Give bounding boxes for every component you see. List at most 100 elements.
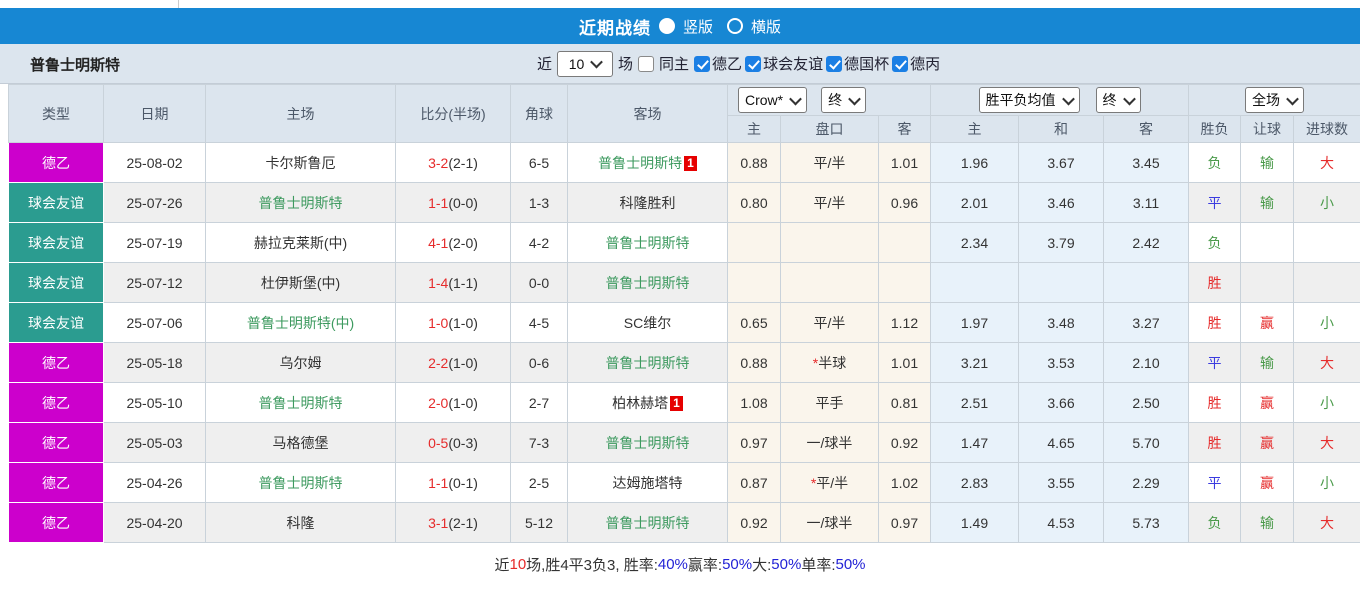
full-time-score: 4-1 bbox=[428, 234, 449, 251]
odds-final-select[interactable]: 终 bbox=[821, 87, 867, 113]
corners: 0-0 bbox=[510, 262, 568, 303]
handicap-result: 赢 bbox=[1240, 422, 1295, 463]
home-team-link[interactable]: 普鲁士明斯特 bbox=[259, 395, 343, 411]
match-date: 25-04-26 bbox=[103, 462, 206, 503]
match-date: 25-08-02 bbox=[103, 142, 206, 183]
odds-home: 1.08 bbox=[727, 382, 781, 423]
odds-home: 0.65 bbox=[727, 302, 781, 343]
chevron-down-icon bbox=[848, 92, 861, 105]
scope-select[interactable]: 全场 bbox=[1245, 87, 1305, 113]
col-header-handicap-result: 让球 bbox=[1240, 115, 1295, 143]
table-row: 球会友谊 25-07-06 普鲁士明斯特(中) 1-0(1-0) 4-5 SC维… bbox=[8, 302, 1360, 343]
summary-line: 近 10 场,胜4平3负3, 胜率: 40% 赢率: 50% 大: 50% 单率: 50% bbox=[0, 543, 1360, 585]
avg-away: 3.11 bbox=[1102, 182, 1190, 223]
page-title: 近期战绩 bbox=[578, 18, 651, 38]
odds-provider-select[interactable]: Crow* bbox=[738, 87, 808, 113]
away-team-link[interactable]: 达姆施塔特 bbox=[613, 475, 683, 491]
corners: 2-7 bbox=[510, 382, 568, 423]
odds-away: 0.97 bbox=[878, 502, 931, 543]
away-team-link[interactable]: 普鲁士明斯特 bbox=[606, 435, 690, 451]
home-team-link[interactable]: 普鲁士明斯特 bbox=[259, 195, 343, 211]
summary-segment: 50% bbox=[835, 555, 866, 573]
table-row: 德乙 25-05-18 乌尔姆 2-2(1-0) 0-6 普鲁士明斯特 0.88… bbox=[8, 342, 1360, 383]
league-type-badge: 球会友谊 bbox=[8, 182, 104, 223]
home-team-link[interactable]: 乌尔姆 bbox=[280, 355, 322, 371]
odds-home: 0.80 bbox=[727, 182, 781, 223]
full-time-score: 1-1 bbox=[428, 474, 449, 491]
result: 平 bbox=[1188, 462, 1242, 503]
filters: 近 10 场 同主 德乙 球会友谊 德国杯 德丙 bbox=[537, 44, 941, 83]
away-team-link[interactable]: 普鲁士明斯特 bbox=[606, 275, 690, 291]
match-count-select[interactable]: 10 bbox=[557, 50, 614, 77]
full-time-score: 2-0 bbox=[428, 394, 449, 411]
near-label: 近 bbox=[537, 56, 553, 73]
full-time-score: 1-4 bbox=[428, 274, 449, 291]
away-team-link[interactable]: 普鲁士明斯特 bbox=[606, 515, 690, 531]
home-team-link[interactable]: 杜伊斯堡(中) bbox=[261, 275, 340, 291]
same-home-checkbox[interactable] bbox=[638, 55, 655, 72]
odds-away: 1.01 bbox=[878, 342, 931, 383]
home-team-link[interactable]: 马格德堡 bbox=[273, 435, 329, 451]
table-row: 德乙 25-05-10 普鲁士明斯特 2-0(1-0) 2-7 柏林赫塔 1 1.… bbox=[8, 382, 1360, 423]
table-row: 球会友谊 25-07-26 普鲁士明斯特 1-1(0-0) 1-3 科隆胜利 0… bbox=[8, 182, 1360, 223]
summary-segment: 场,胜4平3负3, 胜率: bbox=[526, 556, 658, 574]
league-type-badge: 德乙 bbox=[8, 342, 104, 383]
league-label: 德国杯 bbox=[844, 56, 890, 73]
horizontal-layout-label: 横版 bbox=[751, 18, 782, 36]
title-bar: 近期战绩 竖版 横版 bbox=[0, 8, 1360, 44]
away-team-link[interactable]: 普鲁士明斯特 bbox=[606, 355, 690, 371]
avg-away: 2.42 bbox=[1102, 222, 1190, 263]
avg-home: 2.83 bbox=[930, 462, 1019, 503]
home-team-link[interactable]: 赫拉克莱斯(中) bbox=[254, 235, 347, 251]
match-date: 25-05-10 bbox=[103, 382, 206, 423]
away-team-link[interactable]: 普鲁士明斯特 bbox=[598, 155, 682, 171]
avg-draw: 3.79 bbox=[1018, 222, 1104, 263]
away-team-link[interactable]: 科隆胜利 bbox=[620, 195, 676, 211]
same-home-label: 同主 bbox=[659, 56, 690, 73]
league-checkbox[interactable] bbox=[694, 55, 711, 72]
avg-home: 3.21 bbox=[930, 342, 1019, 383]
handicap-result bbox=[1240, 222, 1295, 263]
filter-bar: 普鲁士明斯特 近 10 场 同主 德乙 球会友谊 德国杯 德丙 bbox=[0, 44, 1360, 84]
summary-segment: 近 bbox=[494, 556, 510, 574]
avg-final-select[interactable]: 终 bbox=[1095, 87, 1141, 113]
away-team-link[interactable]: 柏林赫塔 bbox=[612, 395, 668, 411]
league-checkbox[interactable] bbox=[826, 55, 843, 72]
odds-home bbox=[727, 262, 781, 303]
goals-result: 大 bbox=[1293, 422, 1360, 463]
half-time-score: (0-0) bbox=[448, 194, 478, 211]
avg-away: 3.27 bbox=[1102, 302, 1190, 343]
full-time-score: 0-5 bbox=[428, 434, 449, 451]
home-team-link[interactable]: 科隆 bbox=[287, 515, 315, 531]
half-time-score: (1-1) bbox=[448, 274, 478, 291]
col-header-corners: 角球 bbox=[510, 84, 568, 143]
horizontal-layout-radio[interactable] bbox=[727, 18, 743, 34]
col-header-odds-home: 主 bbox=[727, 115, 781, 143]
league-label: 德乙 bbox=[712, 56, 743, 73]
summary-segment: 10 bbox=[509, 555, 527, 573]
home-team-link[interactable]: 普鲁士明斯特(中) bbox=[247, 315, 354, 331]
avg-home: 1.49 bbox=[930, 502, 1019, 543]
league-type-badge: 球会友谊 bbox=[8, 262, 104, 303]
match-date: 25-07-26 bbox=[103, 182, 206, 223]
home-team-link[interactable]: 普鲁士明斯特 bbox=[259, 475, 343, 491]
table-row: 球会友谊 25-07-12 杜伊斯堡(中) 1-4(1-1) 0-0 普鲁士明斯… bbox=[8, 262, 1360, 303]
odds-home: 0.92 bbox=[727, 502, 781, 543]
avg-odds-select[interactable]: 胜平负均值 bbox=[978, 87, 1080, 113]
col-header-goals: 进球数 bbox=[1293, 115, 1360, 143]
table-row: 德乙 25-04-20 科隆 3-1(2-1) 5-12 普鲁士明斯特 0.92… bbox=[8, 502, 1360, 543]
away-team-link[interactable]: SC维尔 bbox=[624, 315, 671, 331]
half-time-score: (0-1) bbox=[448, 474, 478, 491]
odds-away: 1.12 bbox=[878, 302, 931, 343]
team-name: 普鲁士明斯特 bbox=[30, 57, 121, 74]
vertical-layout-radio[interactable] bbox=[658, 18, 675, 34]
avg-away: 3.45 bbox=[1102, 142, 1190, 183]
goals-result: 小 bbox=[1293, 182, 1360, 223]
away-team-link[interactable]: 普鲁士明斯特 bbox=[606, 235, 690, 251]
league-checkbox[interactable] bbox=[892, 55, 909, 72]
match-date: 25-07-19 bbox=[103, 222, 206, 263]
corners: 4-2 bbox=[510, 222, 568, 263]
goals-result bbox=[1293, 222, 1360, 263]
home-team-link[interactable]: 卡尔斯鲁厄 bbox=[266, 155, 336, 171]
league-checkbox[interactable] bbox=[745, 55, 762, 72]
